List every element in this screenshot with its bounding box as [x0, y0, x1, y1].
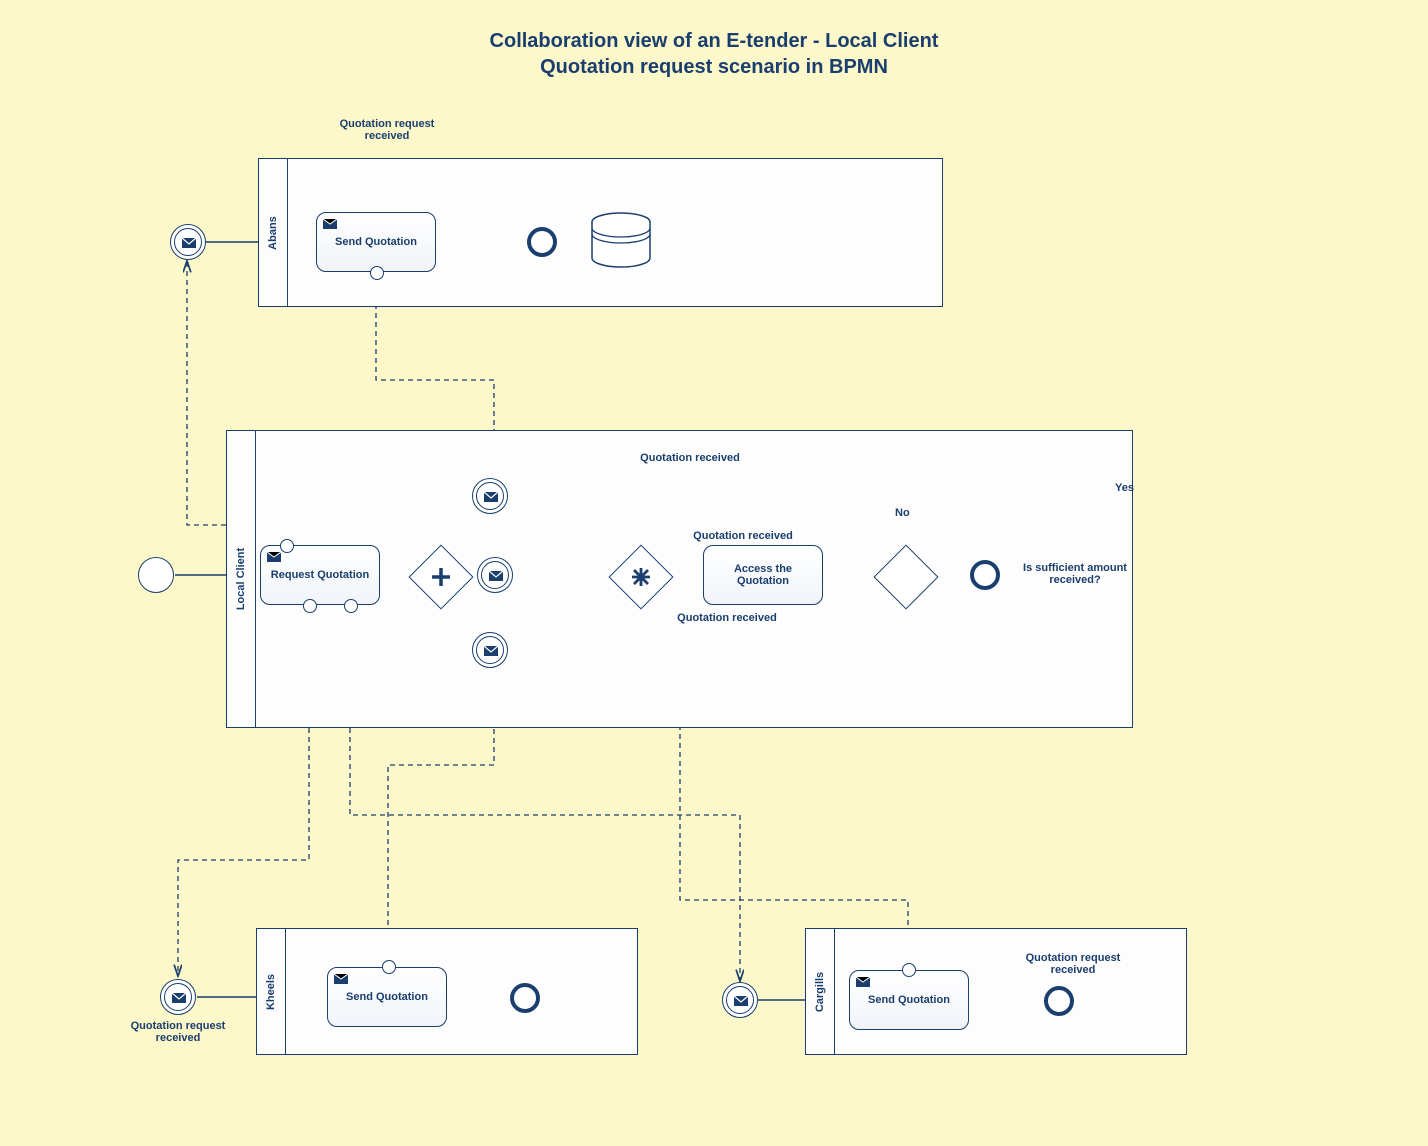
task-request-quotation: Request Quotation [260, 545, 380, 605]
label-no: No [895, 507, 910, 519]
task-send-quotation-kheels: Send Quotation [327, 967, 447, 1027]
pool-label-abans: Abans [259, 159, 288, 306]
start-event-local [138, 557, 174, 593]
msg-catch-bottom [472, 632, 508, 668]
end-event-local [970, 560, 1000, 590]
end-event-kheels [510, 983, 540, 1013]
msg-catch-top [472, 478, 508, 514]
envelope-icon [171, 225, 207, 261]
envelope-icon [856, 977, 870, 987]
boundary-event-rq-1 [280, 539, 294, 553]
envelope-icon [267, 552, 281, 562]
label-quotation-received-2: Quotation received [678, 530, 808, 542]
data-store [590, 212, 652, 267]
task-send-quotation-abans: Send Quotation [316, 212, 436, 272]
boundary-event-rq-2 [303, 599, 317, 613]
label-yes: Yes [1115, 482, 1134, 494]
label-is-sufficient: Is sufficient amount received? [1015, 562, 1135, 586]
boundary-event-cargills [902, 963, 916, 977]
label-quotation-request-received-kheels: Quotation request received [118, 1020, 238, 1044]
end-event-abans [527, 227, 557, 257]
pool-kheels: Kheels [256, 928, 638, 1055]
msg-catch-mid [477, 557, 513, 593]
asterisk-icon [619, 555, 663, 599]
boundary-event-kheels [382, 960, 396, 974]
pool-label-local-client: Local Client [227, 431, 256, 727]
task-access-quotation: Access the Quotation [703, 545, 823, 605]
envelope-icon [334, 974, 348, 984]
pool-label-kheels: Kheels [257, 929, 286, 1054]
message-start-event-cargills [722, 982, 758, 1018]
title-line-2: Quotation request scenario in BPMN [0, 56, 1428, 79]
bpmn-diagram: Collaboration view of an E-tender - Loca… [0, 0, 1428, 1146]
end-event-cargills [1044, 986, 1074, 1016]
envelope-icon [323, 219, 337, 229]
task-send-quotation-cargills: Send Quotation [849, 970, 969, 1030]
label-quotation-request-received-abans: Quotation request received [322, 118, 452, 142]
label-quotation-received-3: Quotation received [662, 612, 792, 624]
label-quotation-request-received-cargills: Quotation request received [1008, 952, 1138, 976]
boundary-event-rq-3 [344, 599, 358, 613]
message-start-event-kheels [160, 979, 196, 1015]
message-start-event-abans [170, 224, 206, 260]
label-quotation-received-1: Quotation received [625, 452, 755, 464]
title-line-1: Collaboration view of an E-tender - Loca… [0, 30, 1428, 53]
plus-icon [419, 555, 463, 599]
boundary-event-abans [370, 266, 384, 280]
pool-label-cargills: Cargills [806, 929, 835, 1054]
